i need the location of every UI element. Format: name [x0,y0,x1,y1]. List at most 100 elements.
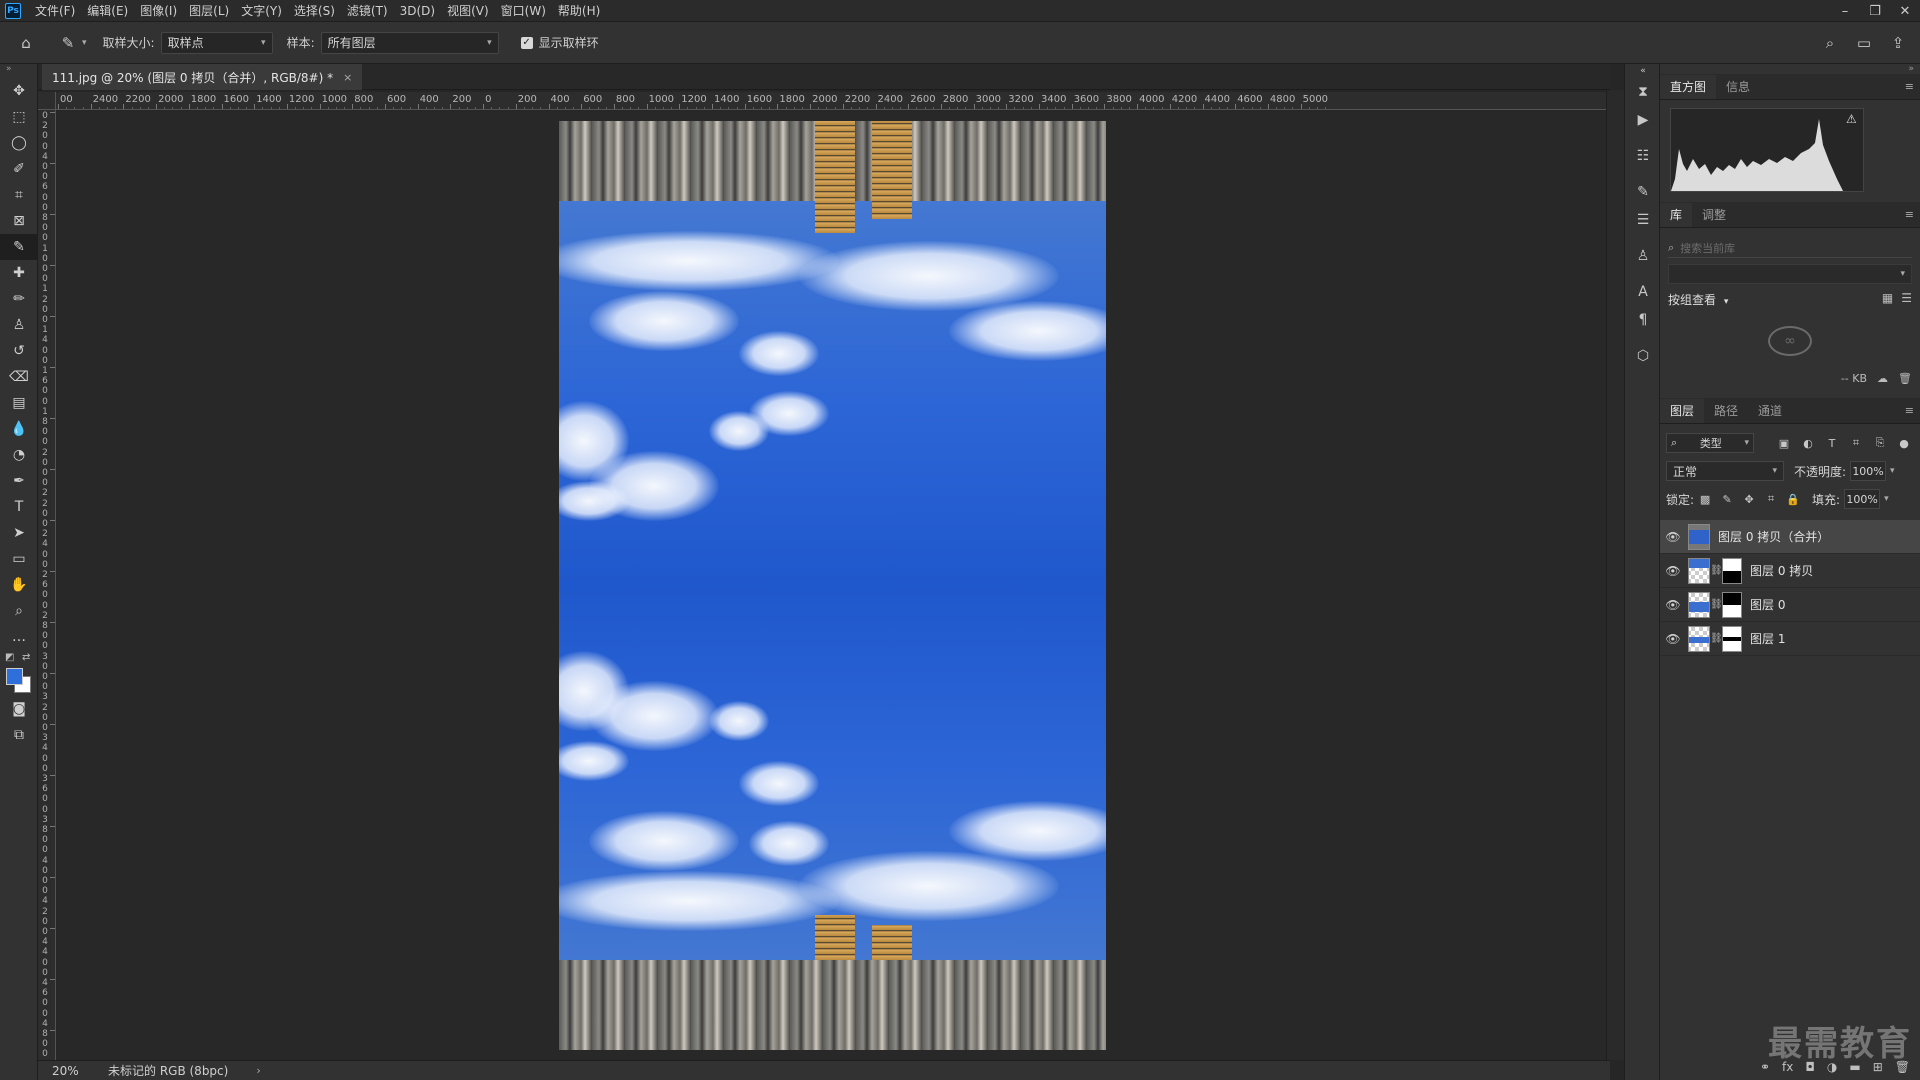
library-search[interactable]: ⌕ 搜索当前库 [1668,238,1912,258]
lasso-tool-icon[interactable]: ◯ [0,130,38,156]
layer-mask-thumbnail[interactable] [1722,591,1742,618]
adjust-icon[interactable]: ☰ [1625,206,1661,234]
layer-mask-thumbnail[interactable] [1722,557,1742,584]
restore-button[interactable]: ❐ [1860,0,1890,22]
layer-row[interactable]: 👁 ⛓ 图层 0 拷贝 [1660,554,1920,588]
show-ring-checkbox[interactable]: ✓ [520,36,533,49]
visibility-eye-icon[interactable]: 👁 [1660,632,1686,646]
quick-mask-icon[interactable]: ◙ [0,696,38,722]
character-icon[interactable]: A [1625,278,1661,306]
collapse-icon[interactable]: « [1625,64,1661,78]
eyedropper-tool-icon[interactable]: ✎ [0,234,38,260]
menu-item[interactable]: 文件(F) [29,0,81,22]
clone-stamp-tool-icon[interactable]: ♙ [0,312,38,338]
fill-input[interactable]: 100% [1844,489,1881,509]
blur-tool-icon[interactable]: 💧 [0,416,38,442]
lock-pixels-icon[interactable]: ✎ [1716,493,1738,506]
tab-info[interactable]: 信息 [1716,75,1760,99]
path-selection-tool-icon[interactable]: ➤ [0,520,38,546]
list-view-icon[interactable]: ☰ [1901,291,1912,305]
opacity-input[interactable]: 100% [1850,461,1887,481]
lock-artboard-icon[interactable]: ⌗ [1760,492,1782,506]
sample-select[interactable]: 所有图层 ▾ [320,31,499,54]
layer-kind-filter[interactable]: ⌕ 类型 ▾ [1666,433,1754,453]
layer-name[interactable]: 图层 0 拷贝 [1750,562,1813,579]
eraser-tool-icon[interactable]: ⌫ [0,364,38,390]
swap-colors-icon[interactable]: ⇄ [22,652,30,663]
type-tool-icon[interactable]: T [0,494,38,520]
tab-channels[interactable]: 通道 [1748,399,1792,423]
filter-toggle-icon[interactable]: ● [1892,437,1916,450]
pen-tool-icon[interactable]: ✒ [0,468,38,494]
smart-object-filter-icon[interactable]: ⎘ [1868,436,1892,450]
3d-icon[interactable]: ⬡ [1625,342,1661,370]
paragraph-icon[interactable]: ¶ [1625,306,1661,334]
minimize-button[interactable]: – [1830,0,1860,22]
sample-size-select[interactable]: 取样点 ▾ [160,31,273,54]
foreground-color-swatch[interactable] [6,668,23,685]
gradient-tool-icon[interactable]: ▤ [0,390,38,416]
document-image[interactable] [559,121,1106,1050]
tab-adjustments[interactable]: 调整 [1692,203,1736,227]
menu-item[interactable]: 窗口(W) [495,0,552,22]
marquee-tool-icon[interactable]: ⬚ [0,104,38,130]
layer-row[interactable]: 👁 ⛓ 图层 0 [1660,588,1920,622]
ruler-origin[interactable] [38,92,56,110]
layer-row[interactable]: 👁 ⛓ 图层 1 [1660,622,1920,656]
brush-tool-icon[interactable]: ✏ [0,286,38,312]
chevron-down-icon[interactable]: ▾ [1890,466,1895,476]
lock-transparency-icon[interactable]: ▩ [1694,493,1716,506]
healing-brush-tool-icon[interactable]: ✚ [0,260,38,286]
lock-position-icon[interactable]: ✥ [1738,493,1760,506]
rectangle-tool-icon[interactable]: ▭ [0,546,38,572]
collapse-icon[interactable]: » [0,64,37,78]
library-select[interactable]: ▾ [1668,264,1912,284]
clone-source-icon[interactable]: ♙ [1625,242,1661,270]
menu-item[interactable]: 编辑(E) [81,0,134,22]
layer-name[interactable]: 图层 0 [1750,596,1785,613]
adjustment-filter-icon[interactable]: ◐ [1796,437,1820,450]
close-icon[interactable]: × [343,71,352,84]
type-filter-icon[interactable]: T [1820,437,1844,450]
menu-item[interactable]: 视图(V) [441,0,495,22]
zoom-tool-icon[interactable]: ⌕ [0,598,38,624]
link-icon[interactable]: ⛓ [1710,565,1723,576]
link-icon[interactable]: ⛓ [1710,633,1723,644]
warning-icon[interactable]: ⚠ [1846,112,1857,126]
chevron-right-icon[interactable]: › [256,1064,260,1077]
collapse-icon[interactable]: » [1660,64,1920,74]
lock-all-icon[interactable]: 🔒 [1782,493,1804,506]
panel-menu-icon[interactable]: ≡ [1905,404,1914,417]
menu-item[interactable]: 3D(D) [394,0,441,22]
visibility-eye-icon[interactable]: 👁 [1660,598,1686,612]
preset-chevron-icon[interactable]: ▾ [82,38,87,48]
layer-name[interactable]: 图层 0 拷贝（合并） [1718,528,1829,545]
frame-tool-icon[interactable]: ⊠ [0,208,38,234]
blend-mode-select[interactable]: 正常 ▾ [1666,461,1784,481]
canvas-area[interactable] [57,111,1606,1060]
menu-item[interactable]: 帮助(H) [552,0,606,22]
grid-view-icon[interactable]: ▦ [1882,291,1893,305]
vertical-scrollbar[interactable] [1606,90,1624,1060]
trash-icon[interactable]: 🗑 [1898,372,1912,385]
menu-item[interactable]: 图像(I) [134,0,183,22]
eyedropper-preset-icon[interactable]: ✎ [54,29,82,57]
hand-tool-icon[interactable]: ✋ [0,572,38,598]
share-icon[interactable]: ⇪ [1884,29,1912,57]
brush-settings-icon[interactable]: ✎ [1625,178,1661,206]
properties-icon[interactable]: ☷ [1625,142,1661,170]
layer-mask-thumbnail[interactable] [1722,625,1742,652]
move-tool-icon[interactable]: ✥ [0,78,38,104]
menu-item[interactable]: 选择(S) [288,0,341,22]
zoom-readout[interactable]: 20% [38,1064,98,1078]
panel-menu-icon[interactable]: ≡ [1905,80,1914,93]
close-button[interactable]: ✕ [1890,0,1920,22]
visibility-eye-icon[interactable]: 👁 [1660,530,1686,544]
pixel-filter-icon[interactable]: ▣ [1772,437,1796,450]
history-brush-tool-icon[interactable]: ↺ [0,338,38,364]
visibility-eye-icon[interactable]: 👁 [1660,564,1686,578]
dodge-tool-icon[interactable]: ◔ [0,442,38,468]
link-icon[interactable]: ⛓ [1710,599,1723,610]
menu-item[interactable]: 文字(Y) [235,0,288,22]
search-icon[interactable]: ⌕ [1816,29,1844,57]
